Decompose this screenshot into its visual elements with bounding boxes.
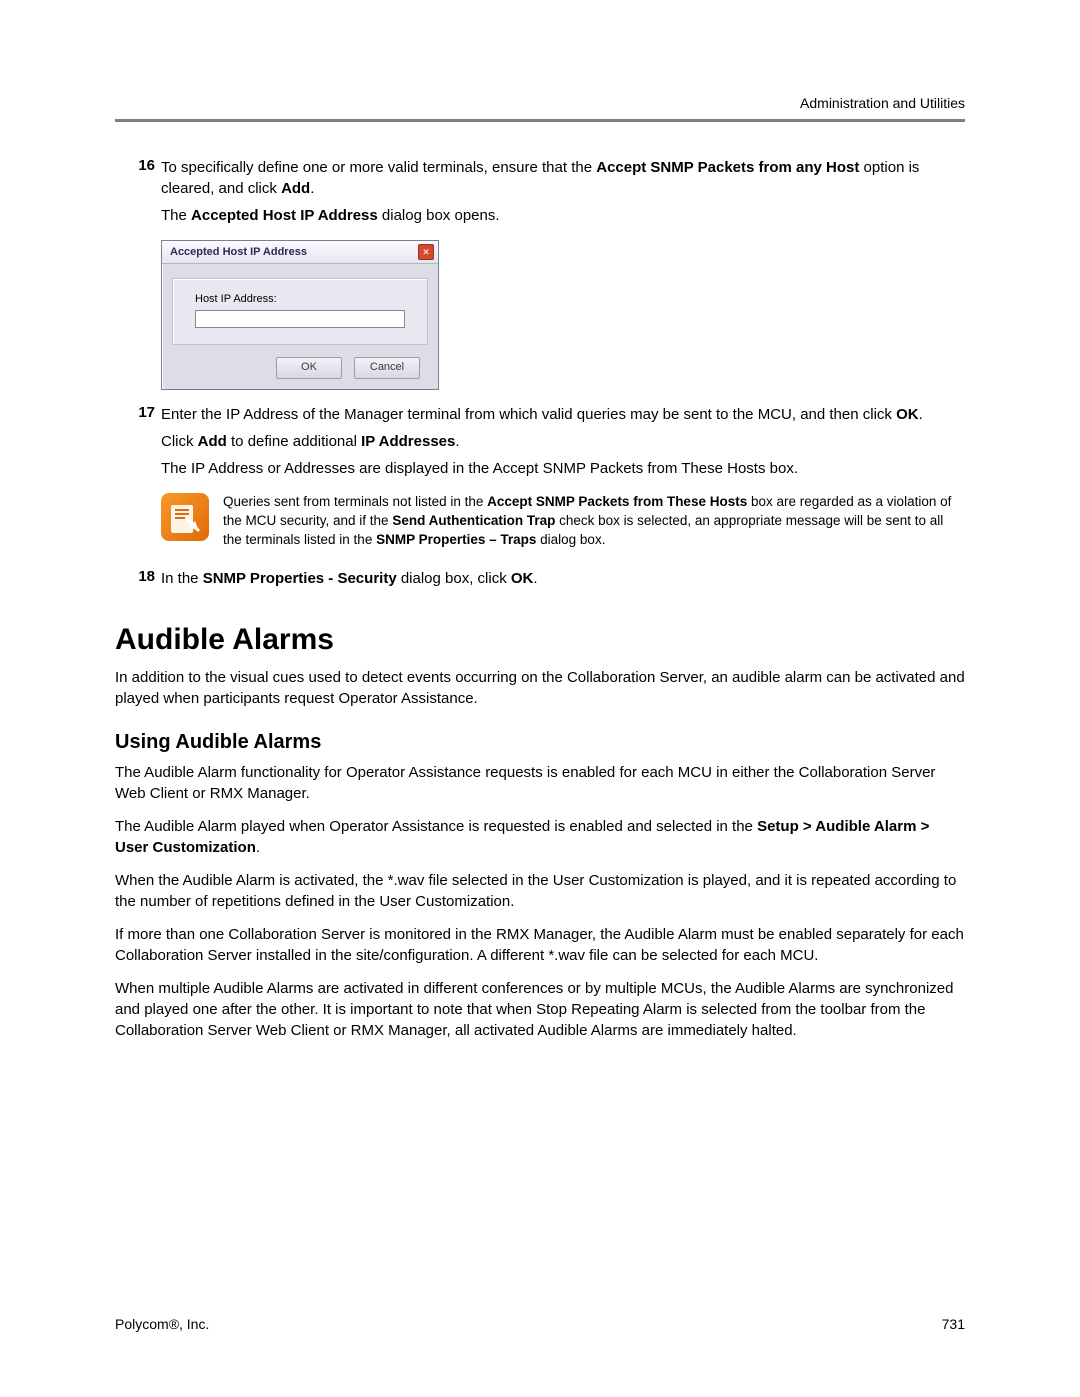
accepted-host-ip-dialog: Accepted Host IP Address ✕ Host IP Addre…	[161, 240, 439, 390]
text: Click	[161, 433, 198, 450]
step-body: In the SNMP Properties - Security dialog…	[161, 568, 965, 595]
step-number: 17	[115, 404, 161, 485]
text: .	[256, 839, 260, 856]
header-rule	[115, 119, 965, 122]
close-icon[interactable]: ✕	[418, 244, 434, 260]
bold-text: SNMP Properties - Security	[203, 570, 397, 587]
bold-text: SNMP Properties – Traps	[376, 532, 536, 547]
note-text: Queries sent from terminals not listed i…	[223, 493, 965, 550]
bold-text: Add	[198, 433, 227, 450]
text: Enter the IP Address of the Manager term…	[161, 406, 896, 423]
host-ip-input[interactable]	[195, 310, 405, 328]
document-page: Administration and Utilities 16 To speci…	[0, 0, 1080, 1397]
section-intro: In addition to the visual cues used to d…	[115, 667, 965, 709]
text: The IP Address or Addresses are displaye…	[161, 458, 965, 479]
step-18: 18 In the SNMP Properties - Security dia…	[115, 568, 965, 595]
text: To specifically define one or more valid…	[161, 159, 596, 176]
bold-text: OK	[511, 570, 534, 587]
text: dialog box, click	[397, 570, 511, 587]
step-body: To specifically define one or more valid…	[161, 157, 965, 232]
text: Polycom	[115, 1316, 169, 1332]
sub-heading-using-audible-alarms: Using Audible Alarms	[115, 731, 965, 754]
cancel-button[interactable]: Cancel	[354, 357, 420, 379]
paragraph: If more than one Collaboration Server is…	[115, 924, 965, 966]
bold-text: Accept SNMP Packets from These Hosts	[487, 494, 747, 509]
section-heading-audible-alarms: Audible Alarms	[115, 623, 965, 657]
ok-button[interactable]: OK	[276, 357, 342, 379]
text: The	[161, 207, 191, 224]
bold-text: Add	[281, 180, 310, 197]
dialog-title: Accepted Host IP Address	[170, 246, 307, 258]
paragraph: When the Audible Alarm is activated, the…	[115, 870, 965, 912]
bold-text: OK	[896, 406, 919, 423]
dialog-content: Host IP Address:	[172, 278, 428, 345]
text: In the	[161, 570, 203, 587]
bold-text: IP Addresses	[361, 433, 455, 450]
text: Queries sent from terminals not listed i…	[223, 494, 487, 509]
text: .	[919, 406, 923, 423]
bold-text: Accepted Host IP Address	[191, 207, 378, 224]
paragraph: When multiple Audible Alarms are activat…	[115, 978, 965, 1041]
text: .	[533, 570, 537, 587]
page-number: 731	[942, 1316, 965, 1332]
registered-symbol: ®	[169, 1316, 179, 1332]
step-number: 16	[115, 157, 161, 232]
page-footer: Polycom®, Inc. 731	[115, 1316, 965, 1332]
dialog-titlebar: Accepted Host IP Address ✕	[162, 241, 438, 264]
security-note: Queries sent from terminals not listed i…	[161, 493, 965, 550]
dialog-button-row: OK Cancel	[162, 353, 438, 389]
warning-note-icon	[161, 493, 209, 541]
text: The Audible Alarm played when Operator A…	[115, 818, 757, 835]
text: dialog box.	[536, 532, 605, 547]
step-16: 16 To specifically define one or more va…	[115, 157, 965, 232]
paragraph: The Audible Alarm functionality for Oper…	[115, 762, 965, 804]
text: , Inc.	[179, 1316, 209, 1332]
header-section-label: Administration and Utilities	[115, 95, 965, 111]
bold-text: Accept SNMP Packets from any Host	[596, 159, 859, 176]
bold-text: Send Authentication Trap	[392, 513, 555, 528]
step-17: 17 Enter the IP Address of the Manager t…	[115, 404, 965, 485]
text: .	[310, 180, 314, 197]
host-ip-label: Host IP Address:	[195, 293, 415, 305]
footer-company: Polycom®, Inc.	[115, 1316, 209, 1332]
step-body: Enter the IP Address of the Manager term…	[161, 404, 965, 485]
text: .	[455, 433, 459, 450]
paragraph: The Audible Alarm played when Operator A…	[115, 816, 965, 858]
text: dialog box opens.	[378, 207, 500, 224]
step-number: 18	[115, 568, 161, 595]
text: to define additional	[227, 433, 361, 450]
